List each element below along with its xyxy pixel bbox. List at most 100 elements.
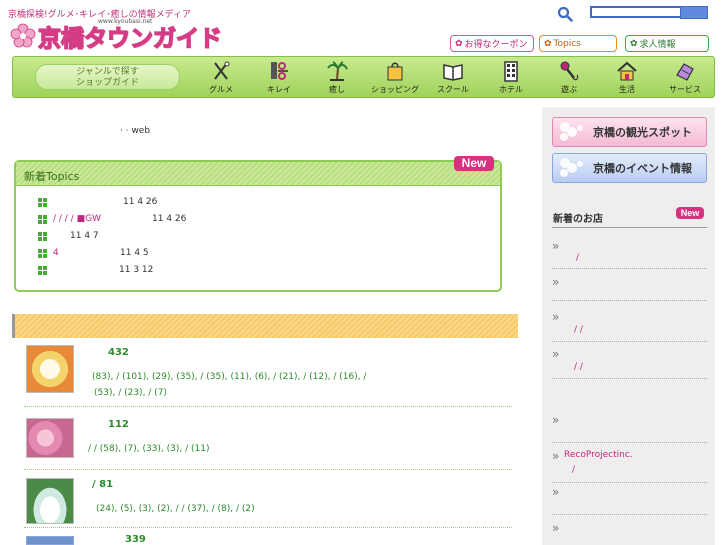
sakura-icon xyxy=(560,158,583,177)
new-badge: New xyxy=(676,207,704,219)
bullet-icon xyxy=(38,214,47,224)
relax-thumbnail xyxy=(26,478,74,524)
flower-icon: ✿ xyxy=(544,38,552,49)
scissors-icon xyxy=(271,62,288,80)
beauty-thumbnail xyxy=(26,418,74,458)
microphone-icon xyxy=(560,61,579,81)
nav-item-hotel[interactable]: ホテル xyxy=(482,60,540,98)
nav-item-service[interactable]: サービス xyxy=(656,60,714,98)
nav-item-school[interactable]: スクール xyxy=(424,60,482,98)
topic-item[interactable]: 11 4 7 xyxy=(38,230,99,242)
shop-name: RecoProjectinc. xyxy=(564,450,633,460)
sightseeing-spots-button[interactable]: 京橋の観光スポット xyxy=(552,117,707,147)
fork-knife-icon xyxy=(214,61,230,80)
nav-item-gourmet[interactable]: グルメ xyxy=(192,60,250,98)
new-shop-item[interactable]: » xyxy=(552,413,707,443)
double-chevron-icon: » xyxy=(552,347,560,361)
intro-text: · · web xyxy=(120,126,151,136)
nav-label: サービス xyxy=(669,85,701,94)
shop-genre: / / xyxy=(574,325,583,335)
new-badge: New xyxy=(454,156,494,171)
nav-item-play[interactable]: 遊ぶ xyxy=(540,60,598,98)
subcategory-line[interactable]: (53), / (23), / (7) xyxy=(92,385,512,401)
flower-icon: ✿ xyxy=(455,38,463,49)
new-shop-item[interactable]: » / xyxy=(552,239,707,269)
new-shop-item[interactable]: » RecoProjectinc. / xyxy=(552,449,707,483)
bullet-icon xyxy=(38,197,47,207)
nav-label: ショッピング xyxy=(371,85,419,94)
shop-genre: / / xyxy=(574,362,583,372)
shop-guide-button[interactable]: ジャンルで探す ショップガイド xyxy=(35,64,180,90)
shopping-bag-icon xyxy=(387,62,403,81)
shopping-thumbnail xyxy=(26,536,74,545)
page: 京橋探検!グルメ･キレイ･癒しの情報メディア www.kyoubasi.net … xyxy=(0,0,727,545)
double-chevron-icon: » xyxy=(552,485,560,499)
topic-date: 11 4 26 xyxy=(123,197,158,207)
double-chevron-icon: » xyxy=(552,449,560,463)
topics-header: 新着Topics xyxy=(16,162,500,186)
subcategory-line[interactable]: (83), / (101), (29), (35), / (35), (11),… xyxy=(92,369,512,385)
topic-item[interactable]: 11 3 12 xyxy=(38,264,153,276)
nav-label: 遊ぶ xyxy=(561,85,577,94)
topics-label: Topics xyxy=(553,38,581,49)
double-chevron-icon: » xyxy=(552,413,560,427)
double-chevron-icon: » xyxy=(552,275,560,289)
category-row-beauty[interactable]: 112 / / (58), (7), (33), (3), / (11) xyxy=(24,418,512,470)
new-shops-title: 新着のお店 xyxy=(553,214,603,225)
subcategory-links[interactable]: (83), / (101), (29), (35), / (35), (11),… xyxy=(92,369,512,401)
event-info-label: 京橋のイベント情報 xyxy=(593,162,692,175)
subcategory-links[interactable]: (24), (5), (3), (2), / / (37), / (8), / … xyxy=(96,501,516,517)
category-row-gourmet[interactable]: 432 (83), / (101), (29), (35), / (35), (… xyxy=(24,345,512,407)
new-shop-item[interactable]: » / / xyxy=(552,347,707,379)
topic-item[interactable]: 11 4 26 xyxy=(38,196,157,208)
shop-genre: / xyxy=(576,253,580,263)
nav-label: 癒し xyxy=(329,85,345,94)
category-count: 112 xyxy=(108,419,129,430)
nav-item-beauty[interactable]: キレイ xyxy=(250,60,308,98)
jobs-button[interactable]: ✿ 求人情報 xyxy=(625,35,709,52)
subcategory-links[interactable]: / / (58), (7), (33), (3), / (11) xyxy=(88,441,508,457)
house-icon xyxy=(617,61,637,81)
nav-label: スクール xyxy=(437,85,469,94)
topics-button[interactable]: ✿ Topics xyxy=(539,35,617,52)
category-row-shopping[interactable]: 339 xyxy=(24,534,512,545)
new-shop-item[interactable]: » xyxy=(552,521,707,545)
site-logo[interactable]: 京橋タウンガイド xyxy=(10,22,223,53)
sakura-icon xyxy=(560,122,583,141)
nav-item-life[interactable]: 生活 xyxy=(598,60,656,98)
new-shop-item[interactable]: » / / xyxy=(552,310,707,342)
jobs-label: 求人情報 xyxy=(639,40,676,50)
logo-text: 京橋タウンガイド xyxy=(37,24,222,52)
nav-item-shopping[interactable]: ショッピング xyxy=(366,60,424,98)
palm-tree-icon xyxy=(327,61,348,81)
event-info-button[interactable]: 京橋のイベント情報 xyxy=(552,153,707,183)
double-chevron-icon: » xyxy=(552,310,560,324)
topic-prefix: 4 xyxy=(53,248,59,258)
subcategory-line[interactable]: (24), (5), (3), (2), / / (37), / (8), / … xyxy=(96,501,516,517)
new-topics-panel: 新着Topics New 11 4 26 / / / / ■GW 11 4 26… xyxy=(14,156,502,292)
category-row-relax[interactable]: / 81 (24), (5), (3), (2), / / (37), / (8… xyxy=(24,478,512,528)
new-shop-item[interactable]: » xyxy=(552,485,707,515)
topic-item[interactable]: / / / / ■GW 11 4 26 xyxy=(38,213,186,225)
right-sidebar: 京橋の観光スポット 京橋のイベント情報 新着のお店 New » / » » / … xyxy=(542,107,715,545)
bullet-icon xyxy=(38,248,47,258)
topic-prefix: / / / / ■GW xyxy=(53,214,101,224)
shop-guide-line1: ジャンルで探す xyxy=(76,67,139,77)
nav-item-relax[interactable]: 癒し xyxy=(308,60,366,98)
genre-nav: ジャンルで探す ショップガイド グルメ キレイ 癒し ショッピング スクール ホ… xyxy=(12,56,715,98)
topic-date: 11 4 7 xyxy=(70,231,99,241)
search-button[interactable] xyxy=(680,6,708,19)
topics-title: 新着Topics xyxy=(24,170,80,183)
nav-label: キレイ xyxy=(267,85,291,94)
subcategory-line[interactable]: / / (58), (7), (33), (3), / (11) xyxy=(88,441,508,457)
coupon-button[interactable]: ✿ お得なクーポン xyxy=(450,35,534,52)
search-icon[interactable] xyxy=(557,6,573,22)
nav-label: 生活 xyxy=(619,85,635,94)
category-count: 432 xyxy=(108,347,129,358)
bullet-icon xyxy=(38,265,47,275)
topic-date: 11 4 26 xyxy=(152,214,187,224)
new-shop-item[interactable]: » xyxy=(552,275,707,301)
topic-item[interactable]: 4 11 4 5 xyxy=(38,247,149,259)
double-chevron-icon: » xyxy=(552,239,560,253)
topic-date: 11 4 5 xyxy=(120,248,149,258)
